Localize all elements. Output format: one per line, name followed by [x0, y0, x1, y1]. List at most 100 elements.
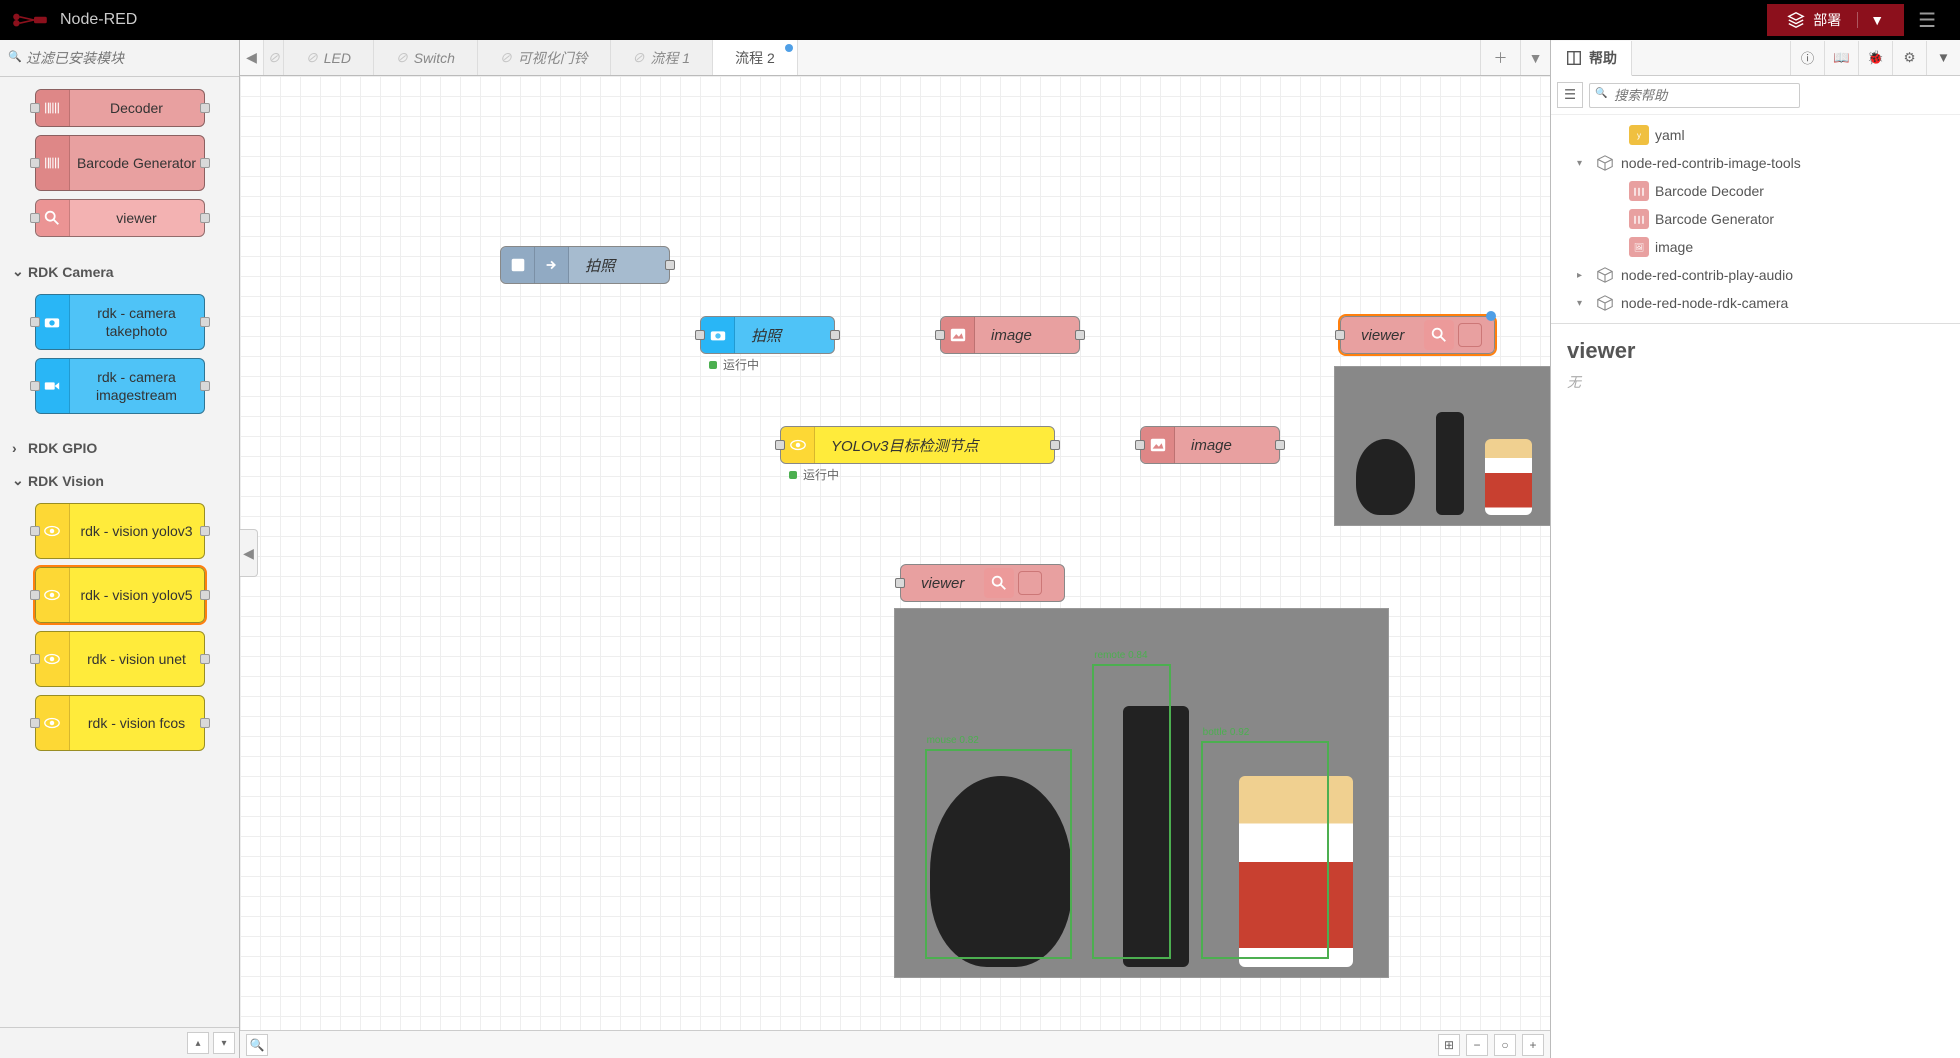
node-image-1[interactable]: image — [940, 316, 1080, 354]
zoom-out-button[interactable]: − — [1466, 1034, 1488, 1056]
magnify-icon[interactable] — [984, 568, 1014, 598]
sidebar-tab-help[interactable]: 帮助 — [1551, 41, 1632, 76]
deploy-button[interactable]: 部署 ▼ — [1767, 4, 1904, 36]
flow-tab[interactable]: ⊘ — [264, 40, 284, 75]
flow-canvas[interactable]: 拍照 拍照 运行中 image viewer — [240, 76, 1550, 1030]
zoom-in-button[interactable]: + — [1522, 1034, 1544, 1056]
zoom-reset-button[interactable]: ○ — [1494, 1034, 1516, 1056]
sidebar-panel: 帮助 ⓘ 📖 🐞 ⚙ ▼ ☰ yyaml▾node-red-contrib-im… — [1550, 40, 1960, 1058]
preview-obj-bottle — [1485, 439, 1533, 515]
input-port[interactable] — [30, 718, 40, 728]
output-port[interactable] — [1050, 440, 1060, 450]
magnify-icon[interactable] — [1424, 320, 1454, 350]
help-tree-item[interactable]: ▾node-red-node-rdk-camera — [1555, 289, 1956, 317]
node-camera[interactable]: 拍照 运行中 — [700, 316, 835, 354]
output-port[interactable] — [1275, 440, 1285, 450]
output-port[interactable] — [200, 158, 210, 168]
palette-node[interactable]: Barcode Generator — [35, 135, 205, 191]
help-search-input[interactable] — [1589, 83, 1800, 108]
input-port[interactable] — [30, 213, 40, 223]
sidebar-list-toggle[interactable]: ☰ — [1557, 82, 1583, 108]
output-port[interactable] — [200, 213, 210, 223]
flow-tab[interactable]: ⊘LED — [284, 40, 374, 75]
output-port[interactable] — [200, 317, 210, 327]
main-menu-button[interactable]: ☰ — [1904, 8, 1950, 33]
input-port[interactable] — [775, 440, 785, 450]
sidebar-toolbar: ☰ — [1551, 76, 1960, 115]
flow-tab[interactable]: ⊘流程 1 — [611, 40, 713, 75]
help-content: viewer 无 — [1551, 324, 1960, 406]
palette-node[interactable]: rdk - camera takephoto — [35, 294, 205, 350]
tab-list-button[interactable]: ▼ — [1520, 40, 1550, 75]
footer-search[interactable]: 🔍 — [246, 1034, 268, 1056]
input-port[interactable] — [1335, 330, 1345, 340]
input-port[interactable] — [935, 330, 945, 340]
help-tree-item[interactable]: ▸node-red-contrib-play-audio — [1555, 261, 1956, 289]
deploy-caret-icon[interactable]: ▼ — [1857, 12, 1884, 28]
sidebar-tab-info[interactable]: ⓘ — [1790, 41, 1824, 75]
sidebar-tab-config[interactable]: ⚙ — [1892, 41, 1926, 75]
palette-node[interactable]: viewer — [35, 199, 205, 237]
output-port[interactable] — [200, 654, 210, 664]
help-tree-item[interactable]: ∥∥∥Barcode Decoder — [1555, 177, 1956, 205]
tab-add-button[interactable]: ＋ — [1480, 40, 1520, 75]
tab-scroll-left[interactable]: ◀ — [240, 40, 264, 75]
input-port[interactable] — [30, 590, 40, 600]
output-port[interactable] — [830, 330, 840, 340]
help-tree-item[interactable]: ∥∥∥Barcode Generator — [1555, 205, 1956, 233]
input-port[interactable] — [895, 578, 905, 588]
viewer-toggle[interactable] — [1018, 571, 1042, 595]
output-port[interactable] — [665, 260, 675, 270]
output-port[interactable] — [200, 526, 210, 536]
node-inject[interactable]: 拍照 — [500, 246, 670, 284]
flow-tab[interactable]: ⊘Switch — [374, 40, 478, 75]
palette-collapse-down[interactable]: ▾ — [213, 1032, 235, 1054]
tree-item-label: Barcode Decoder — [1655, 183, 1764, 199]
node-image-2[interactable]: image — [1140, 426, 1280, 464]
output-port[interactable] — [200, 103, 210, 113]
palette-node[interactable]: rdk - vision fcos — [35, 695, 205, 751]
sidebar-tab-help-icon[interactable]: 📖 — [1824, 41, 1858, 75]
palette-filter-input[interactable] — [8, 46, 231, 70]
inject-button-icon[interactable] — [501, 247, 535, 283]
palette-collapse-up[interactable]: ▴ — [187, 1032, 209, 1054]
input-port[interactable] — [30, 103, 40, 113]
palette-node[interactable]: rdk - vision yolov5 — [35, 567, 205, 623]
help-tree-item[interactable]: 🖼image — [1555, 233, 1956, 261]
sidebar-tab-debug[interactable]: 🐞 — [1858, 41, 1892, 75]
node-viewer-1[interactable]: viewer — [1340, 316, 1495, 354]
flow-tab[interactable]: ⊘可视化门铃 — [478, 40, 611, 75]
viewer-toggle[interactable] — [1458, 323, 1482, 347]
palette-category[interactable]: ›RDK GPIO — [0, 432, 239, 464]
input-port[interactable] — [30, 526, 40, 536]
footer-navigator[interactable]: ⊞ — [1438, 1034, 1460, 1056]
sidebar-tab-more[interactable]: ▼ — [1926, 41, 1960, 75]
help-tree-item[interactable]: ▾node-red-contrib-image-tools — [1555, 149, 1956, 177]
output-port[interactable] — [200, 718, 210, 728]
output-port[interactable] — [200, 590, 210, 600]
palette-collapse-handle[interactable]: ◀ — [240, 529, 258, 577]
output-port[interactable] — [200, 381, 210, 391]
palette-node[interactable]: rdk - vision unet — [35, 631, 205, 687]
inject-arrow-icon — [535, 247, 569, 283]
palette-node-label: rdk - camera takephoto — [70, 298, 204, 346]
input-port[interactable] — [30, 158, 40, 168]
input-port[interactable] — [30, 381, 40, 391]
node-viewer-2[interactable]: viewer — [900, 564, 1065, 602]
node-yolo[interactable]: YOLOv3目标检测节点 运行中 — [780, 426, 1055, 464]
input-port[interactable] — [30, 317, 40, 327]
palette-node[interactable]: Decoder — [35, 89, 205, 127]
help-tree-item[interactable]: yyaml — [1555, 121, 1956, 149]
app-header: Node-RED 部署 ▼ ☰ — [0, 0, 1960, 40]
flow-tab[interactable]: 流程 2 — [713, 40, 798, 75]
input-port[interactable] — [30, 654, 40, 664]
bbox-mouse: mouse 0.82 — [925, 749, 1073, 959]
workspace: ◀ ⊘⊘LED⊘Switch⊘可视化门铃⊘流程 1流程 2 ＋ ▼ ◀ — [240, 40, 1550, 1058]
palette-node[interactable]: rdk - camera imagestream — [35, 358, 205, 414]
palette-node[interactable]: rdk - vision yolov3 — [35, 503, 205, 559]
output-port[interactable] — [1075, 330, 1085, 340]
input-port[interactable] — [695, 330, 705, 340]
palette-category[interactable]: ⌄RDK Vision — [0, 464, 239, 497]
palette-category[interactable]: ⌄RDK Camera — [0, 255, 239, 288]
input-port[interactable] — [1135, 440, 1145, 450]
